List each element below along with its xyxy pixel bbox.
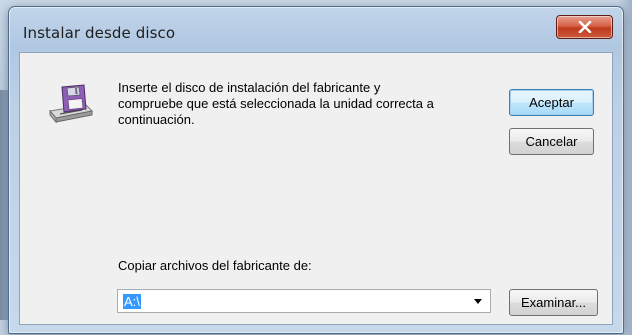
floppy-disk-drive-icon: [49, 84, 94, 124]
copy-files-label: Copiar archivos del fabricante de:: [118, 258, 312, 273]
instruction-line: compruebe que está seleccionada la unida…: [118, 96, 434, 111]
cancel-button[interactable]: Cancelar: [509, 128, 594, 155]
close-button[interactable]: [556, 15, 613, 39]
copy-source-combobox[interactable]: A:\: [117, 289, 491, 313]
dropdown-arrow-icon[interactable]: [474, 299, 482, 304]
instruction-line: Inserte el disco de instalación del fabr…: [118, 80, 381, 95]
copy-source-value: A:\: [123, 294, 141, 309]
dialog-title: Instalar desde disco: [23, 24, 176, 42]
instruction-message: Inserte el disco de instalación del fabr…: [118, 80, 498, 128]
instruction-line: continuación.: [118, 112, 195, 127]
close-x-icon: [578, 21, 591, 33]
install-from-disk-dialog: Instalar desde disco Inserte el disco de…: [8, 6, 624, 334]
browse-button[interactable]: Examinar...: [509, 289, 598, 316]
accept-button[interactable]: Aceptar: [509, 89, 594, 116]
dialog-client-area: Inserte el disco de instalación del fabr…: [19, 52, 613, 325]
